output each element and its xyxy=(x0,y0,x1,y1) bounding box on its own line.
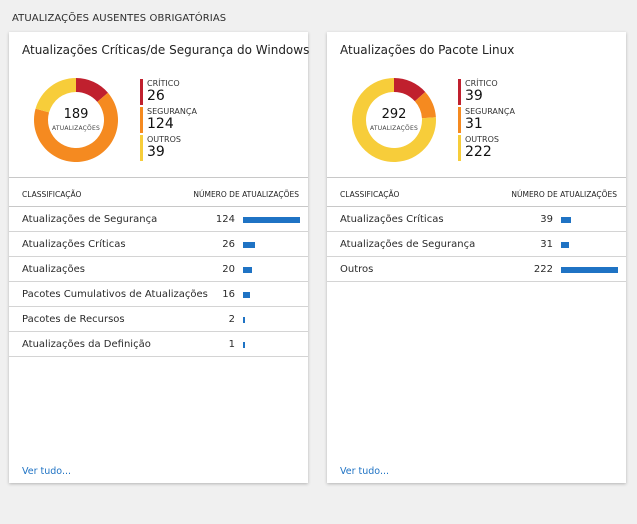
row-classification: Atualizações da Definição xyxy=(22,339,151,350)
table-header: CLASSIFICAÇÃO NÚMERO DE ATUALIZAÇÕES xyxy=(9,180,308,207)
legend-item-security: SEGURANÇA 124 xyxy=(140,107,197,135)
row-count: 1 xyxy=(228,339,235,350)
row-count: 222 xyxy=(533,264,553,275)
column-header-count[interactable]: NÚMERO DE ATUALIZAÇÕES xyxy=(511,190,617,199)
legend-swatch xyxy=(140,79,143,105)
column-header-classification[interactable]: CLASSIFICAÇÃO xyxy=(22,190,81,199)
row-classification: Atualizações Críticas xyxy=(340,214,444,225)
row-count: 16 xyxy=(222,289,235,300)
see-all-link[interactable]: Ver tudo... xyxy=(22,466,71,477)
legend-swatch xyxy=(458,107,461,133)
table-body: Atualizações de Segurança 124 Atualizações… xyxy=(9,207,308,357)
legend-value: 26 xyxy=(147,88,165,104)
column-header-classification[interactable]: CLASSIFICAÇÃO xyxy=(340,190,399,199)
legend-label: OUTROS xyxy=(465,135,499,144)
row-bar xyxy=(243,342,245,348)
donut-chart: 189 ATUALIZAÇÕES xyxy=(33,76,118,164)
legend-label: CRÍTICO xyxy=(465,79,498,88)
table-row[interactable]: Atualizações Críticas 39 xyxy=(327,207,626,232)
donut-total: 189 xyxy=(63,107,89,122)
legend-swatch xyxy=(140,107,143,133)
legend-item-others: OUTROS 222 xyxy=(458,135,515,163)
legend-swatch xyxy=(458,135,461,161)
donut-chart: 292 ATUALIZAÇÕES xyxy=(351,76,436,164)
row-bar xyxy=(561,267,618,273)
legend: CRÍTICO 26 SEGURANÇA 124 OUTROS 39 xyxy=(140,79,197,163)
row-count: 20 xyxy=(222,264,235,275)
windows-updates-panel: Atualizações Críticas/de Segurança do Wi… xyxy=(9,32,310,483)
panel-header[interactable]: Atualizações Críticas/de Segurança do Wi… xyxy=(9,32,310,178)
donut-caption: ATUALIZAÇÕES xyxy=(370,125,418,132)
updates-table: CLASSIFICAÇÃO NÚMERO DE ATUALIZAÇÕES Atu… xyxy=(327,180,626,282)
row-bar xyxy=(243,217,300,223)
table-row[interactable]: Pacotes de Recursos 2 xyxy=(9,307,308,332)
table-row[interactable]: Outros 222 xyxy=(327,257,626,282)
row-bar xyxy=(561,217,571,223)
row-classification: Outros xyxy=(340,264,374,275)
legend-item-security: SEGURANÇA 31 xyxy=(458,107,515,135)
legend-swatch xyxy=(140,135,143,161)
row-count: 39 xyxy=(540,214,553,225)
row-count: 31 xyxy=(540,239,553,250)
legend-item-others: OUTROS 39 xyxy=(140,135,197,163)
legend-label: OUTROS xyxy=(147,135,181,144)
row-count: 26 xyxy=(222,239,235,250)
row-classification: Pacotes Cumulativos de Atualizações xyxy=(22,289,208,300)
row-classification: Atualizações de Segurança xyxy=(22,214,158,225)
see-all-link[interactable]: Ver tudo... xyxy=(340,466,389,477)
donut-total: 292 xyxy=(381,107,407,122)
legend-label: CRÍTICO xyxy=(147,79,180,88)
row-bar xyxy=(243,267,253,273)
row-bar xyxy=(243,317,245,323)
section-title: ATUALIZAÇÕES AUSENTES OBRIGATÓRIAS xyxy=(12,13,227,24)
legend-item-critical: CRÍTICO 26 xyxy=(140,79,197,107)
row-classification: Pacotes de Recursos xyxy=(22,314,125,325)
row-bar xyxy=(561,242,569,248)
row-classification: Atualizações xyxy=(22,264,85,275)
legend-value: 39 xyxy=(147,144,165,160)
table-row[interactable]: Atualizações da Definição 1 xyxy=(9,332,308,357)
legend-value: 124 xyxy=(147,116,174,132)
linux-updates-panel: Atualizações do Pacote Linux 292 ATUALIZ… xyxy=(327,32,626,483)
column-header-count[interactable]: NÚMERO DE ATUALIZAÇÕES xyxy=(193,190,299,199)
legend-swatch xyxy=(458,79,461,105)
table-row[interactable]: Atualizações Críticas 26 xyxy=(9,232,308,257)
legend-value: 222 xyxy=(465,144,492,160)
legend-item-critical: CRÍTICO 39 xyxy=(458,79,515,107)
legend: CRÍTICO 39 SEGURANÇA 31 OUTROS 222 xyxy=(458,79,515,163)
table-row[interactable]: Atualizações 20 xyxy=(9,257,308,282)
row-classification: Atualizações de Segurança xyxy=(340,239,476,250)
legend-label: SEGURANÇA xyxy=(465,107,515,116)
row-bar xyxy=(243,242,255,248)
table-row[interactable]: Atualizações de Segurança 124 xyxy=(9,207,308,232)
row-count: 124 xyxy=(215,214,235,225)
panel-title: Atualizações Críticas/de Segurança do Wi… xyxy=(22,43,310,57)
table-header: CLASSIFICAÇÃO NÚMERO DE ATUALIZAÇÕES xyxy=(327,180,626,207)
panel-title: Atualizações do Pacote Linux xyxy=(340,43,515,57)
row-count: 2 xyxy=(228,314,235,325)
panel-header[interactable]: Atualizações do Pacote Linux 292 ATUALIZ… xyxy=(327,32,626,178)
row-classification: Atualizações Críticas xyxy=(22,239,126,250)
updates-table: CLASSIFICAÇÃO NÚMERO DE ATUALIZAÇÕES Atu… xyxy=(9,180,308,357)
legend-value: 31 xyxy=(465,116,483,132)
donut-caption: ATUALIZAÇÕES xyxy=(52,125,100,132)
legend-label: SEGURANÇA xyxy=(147,107,197,116)
table-row[interactable]: Pacotes Cumulativos de Atualizações 16 xyxy=(9,282,308,307)
legend-value: 39 xyxy=(465,88,483,104)
table-row[interactable]: Atualizações de Segurança 31 xyxy=(327,232,626,257)
row-bar xyxy=(243,292,251,298)
table-body: Atualizações Críticas 39 Atualizações de S… xyxy=(327,207,626,282)
